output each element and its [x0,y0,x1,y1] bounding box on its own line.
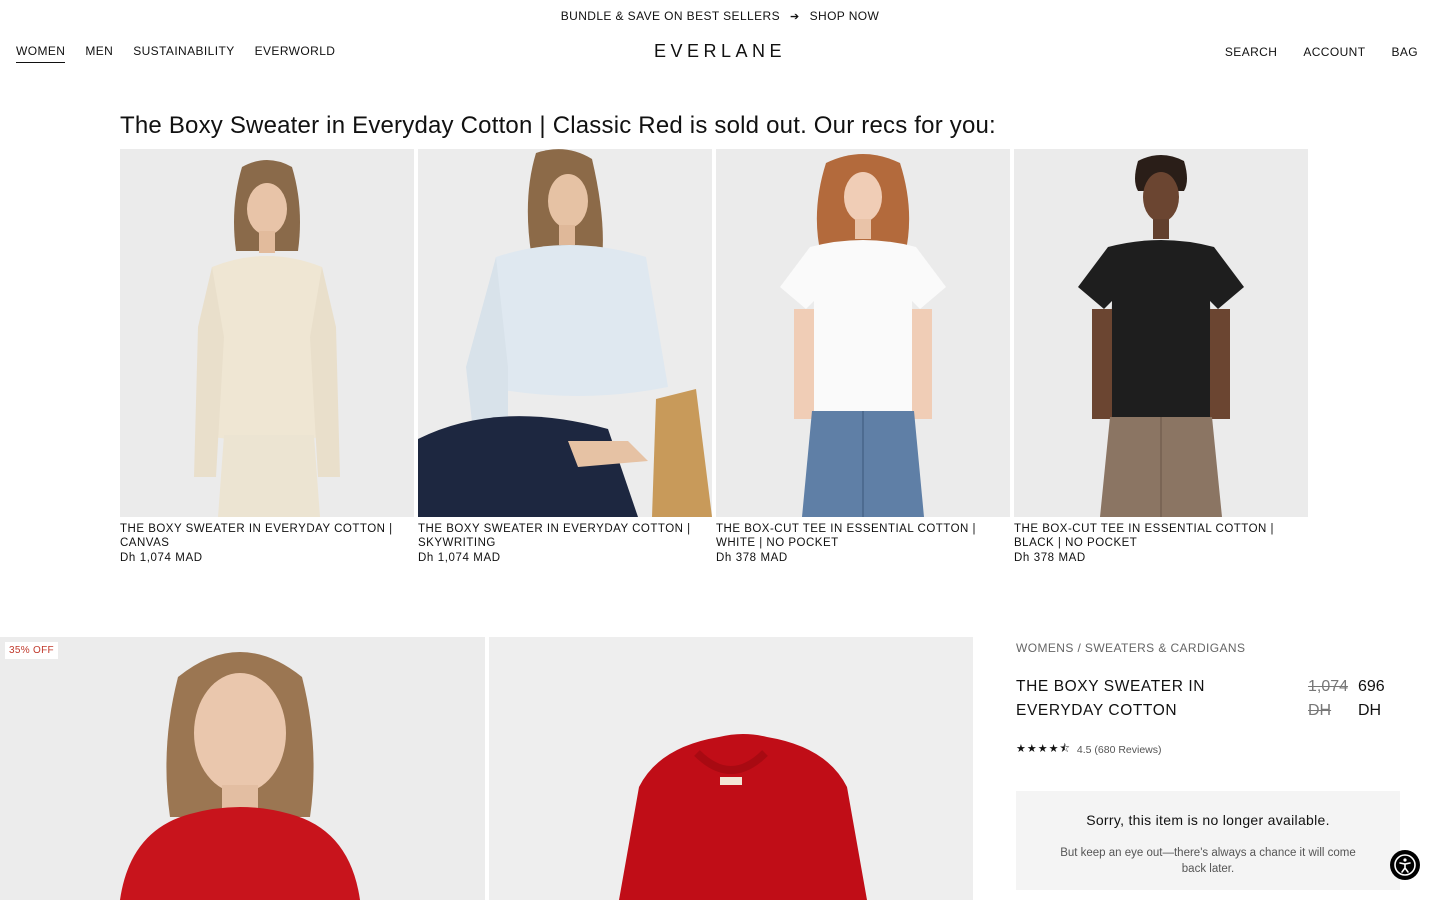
product-name[interactable]: THE BOXY SWEATER IN EVERYDAY COTTON | SK… [418,522,712,550]
rec-card[interactable]: THE BOXY SWEATER IN EVERYDAY COTTON | CA… [120,149,414,564]
breadcrumb[interactable]: WOMENS / SWEATERS & CARDIGANS [1016,641,1400,655]
accessibility-icon[interactable] [1390,850,1420,880]
recs-title: The Boxy Sweater in Everyday Cotton | Cl… [120,112,996,139]
site-header: WOMEN MEN SUSTAINABILITY EVERWORLD EVERL… [0,32,1440,72]
product-image[interactable] [120,149,414,517]
sold-out-title: Sorry, this item is no longer available. [1086,812,1330,828]
product-image[interactable] [418,149,712,517]
product-price: Dh 1,074 MAD [418,552,501,564]
product-title: THE BOXY SWEATER IN EVERYDAY COTTON [1016,678,1206,719]
product-image[interactable] [1014,149,1308,517]
utility-nav: SEARCH ACCOUNT BAG [1225,45,1418,59]
rating-text[interactable]: 4.5 (680 Reviews) [1077,744,1162,756]
star-icon: ★★★★⯪ [1016,743,1071,755]
account-link[interactable]: ACCOUNT [1303,45,1365,59]
product-name[interactable]: THE BOXY SWEATER IN EVERYDAY COTTON | CA… [120,522,414,550]
sold-out-notice: Sorry, this item is no longer available.… [1016,791,1400,890]
rec-card[interactable]: THE BOX-CUT TEE IN ESSENTIAL COTTON | WH… [716,149,1010,564]
product-image[interactable] [716,149,1010,517]
bag-link[interactable]: BAG [1391,45,1418,59]
product-photo-model[interactable]: 35% OFF [0,637,485,900]
product-name[interactable]: THE BOX-CUT TEE IN ESSENTIAL COTTON | BL… [1014,522,1308,550]
arrow-right-icon: ➔ [789,10,800,23]
sold-out-text: But keep an eye out—there's always a cha… [1060,847,1356,875]
original-price: 1,074 DH [1308,678,1349,719]
recs-grid: THE BOXY SWEATER IN EVERYDAY COTTON | CA… [120,149,1308,564]
discount-badge: 35% OFF [5,642,58,659]
search-link[interactable]: SEARCH [1225,45,1277,59]
product-price: Dh 378 MAD [1014,552,1086,564]
product-price: Dh 1,074 MAD [120,552,203,564]
product-gallery: 35% OFF [0,637,973,900]
sale-price: 696 DH [1358,678,1385,719]
promo-text: BUNDLE & SAVE ON BEST SELLERS [560,9,780,23]
promo-bar: BUNDLE & SAVE ON BEST SELLERS ➔ SHOP NOW [0,0,1440,32]
product-info: WOMENS / SWEATERS & CARDIGANS THE BOXY S… [1016,637,1400,890]
rec-card[interactable]: THE BOX-CUT TEE IN ESSENTIAL COTTON | BL… [1014,149,1308,564]
product-name[interactable]: THE BOX-CUT TEE IN ESSENTIAL COTTON | WH… [716,522,1010,550]
product-price: Dh 378 MAD [716,552,788,564]
product-photo-flat[interactable] [489,637,973,900]
shop-now-link[interactable]: SHOP NOW [810,9,880,23]
rec-card[interactable]: THE BOXY SWEATER IN EVERYDAY COTTON | SK… [418,149,712,564]
rating[interactable]: ★★★★⯪ 4.5 (680 Reviews) [1016,740,1162,759]
